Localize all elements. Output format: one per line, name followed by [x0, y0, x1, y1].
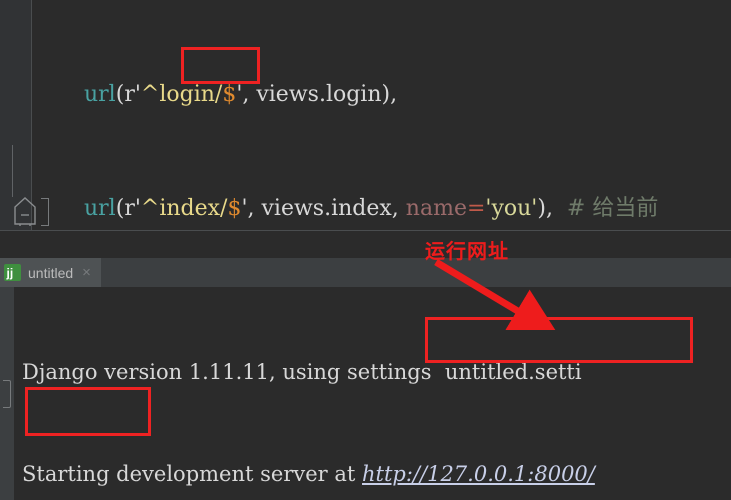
code-text[interactable]: url(r'^login/$', views.login), url(r'^in… — [32, 0, 731, 231]
console-starting-server[interactable]: Starting development server at http://12… — [22, 457, 731, 491]
console-tab-bar[interactable]: jj untitled × — [0, 258, 731, 288]
console-left-rail[interactable] — [0, 287, 14, 500]
code-token: url — [84, 196, 116, 221]
code-token: url — [84, 82, 116, 107]
code-token: $ — [227, 196, 242, 221]
svg-text:jj: jj — [6, 266, 14, 280]
code-token: (r' — [115, 196, 141, 221]
annotation-label-running-url: 运行网址 — [425, 241, 509, 263]
code-editor-pane[interactable]: url(r'^login/$', views.login), url(r'^in… — [0, 0, 731, 231]
console-text-segment: Django version 1.11.11, using settings u… — [22, 360, 582, 384]
code-token: ^login/ — [140, 82, 223, 107]
code-token: ^index/ — [140, 196, 228, 221]
code-token: ', views.login), — [236, 82, 398, 107]
code-token: = — [466, 196, 486, 221]
console-output[interactable]: Django version 1.11.11, using settings u… — [22, 287, 731, 500]
code-token: ), — [537, 196, 567, 221]
code-token: ', views.index, — [241, 196, 406, 221]
console-tab-label: untitled — [28, 264, 74, 281]
console-tab-untitled[interactable]: jj untitled × — [0, 258, 101, 287]
code-token: # 给当前 — [566, 196, 659, 221]
django-run-icon: jj — [4, 264, 21, 281]
code-line-line-login[interactable]: url(r'^login/$', views.login), — [32, 76, 731, 114]
code-token: (r' — [115, 82, 141, 107]
run-console-pane[interactable]: Django version 1.11.11, using settings u… — [0, 287, 731, 500]
console-django-version[interactable]: Django version 1.11.11, using settings u… — [22, 355, 731, 389]
server-url-link[interactable]: http://127.0.0.1:8000/ — [362, 462, 595, 486]
console-text-segment: Starting development server at — [22, 462, 363, 486]
code-token: $ — [222, 82, 237, 107]
fold-guide-line — [12, 145, 13, 197]
console-rail-handle[interactable] — [3, 380, 11, 408]
ide-screenshot-root: url(r'^login/$', views.login), url(r'^in… — [0, 0, 731, 500]
close-icon[interactable]: × — [82, 265, 91, 280]
pane-gap — [0, 231, 731, 258]
code-line-line-index[interactable]: url(r'^index/$', views.index, name='you'… — [32, 190, 731, 228]
code-token: 'you' — [485, 196, 538, 221]
code-token: name — [405, 196, 467, 221]
